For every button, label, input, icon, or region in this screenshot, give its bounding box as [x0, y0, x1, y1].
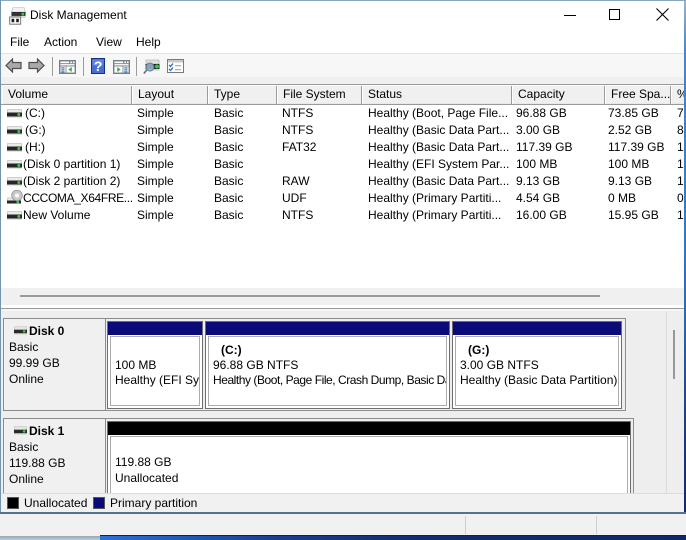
svg-text:?: ?: [94, 58, 103, 74]
